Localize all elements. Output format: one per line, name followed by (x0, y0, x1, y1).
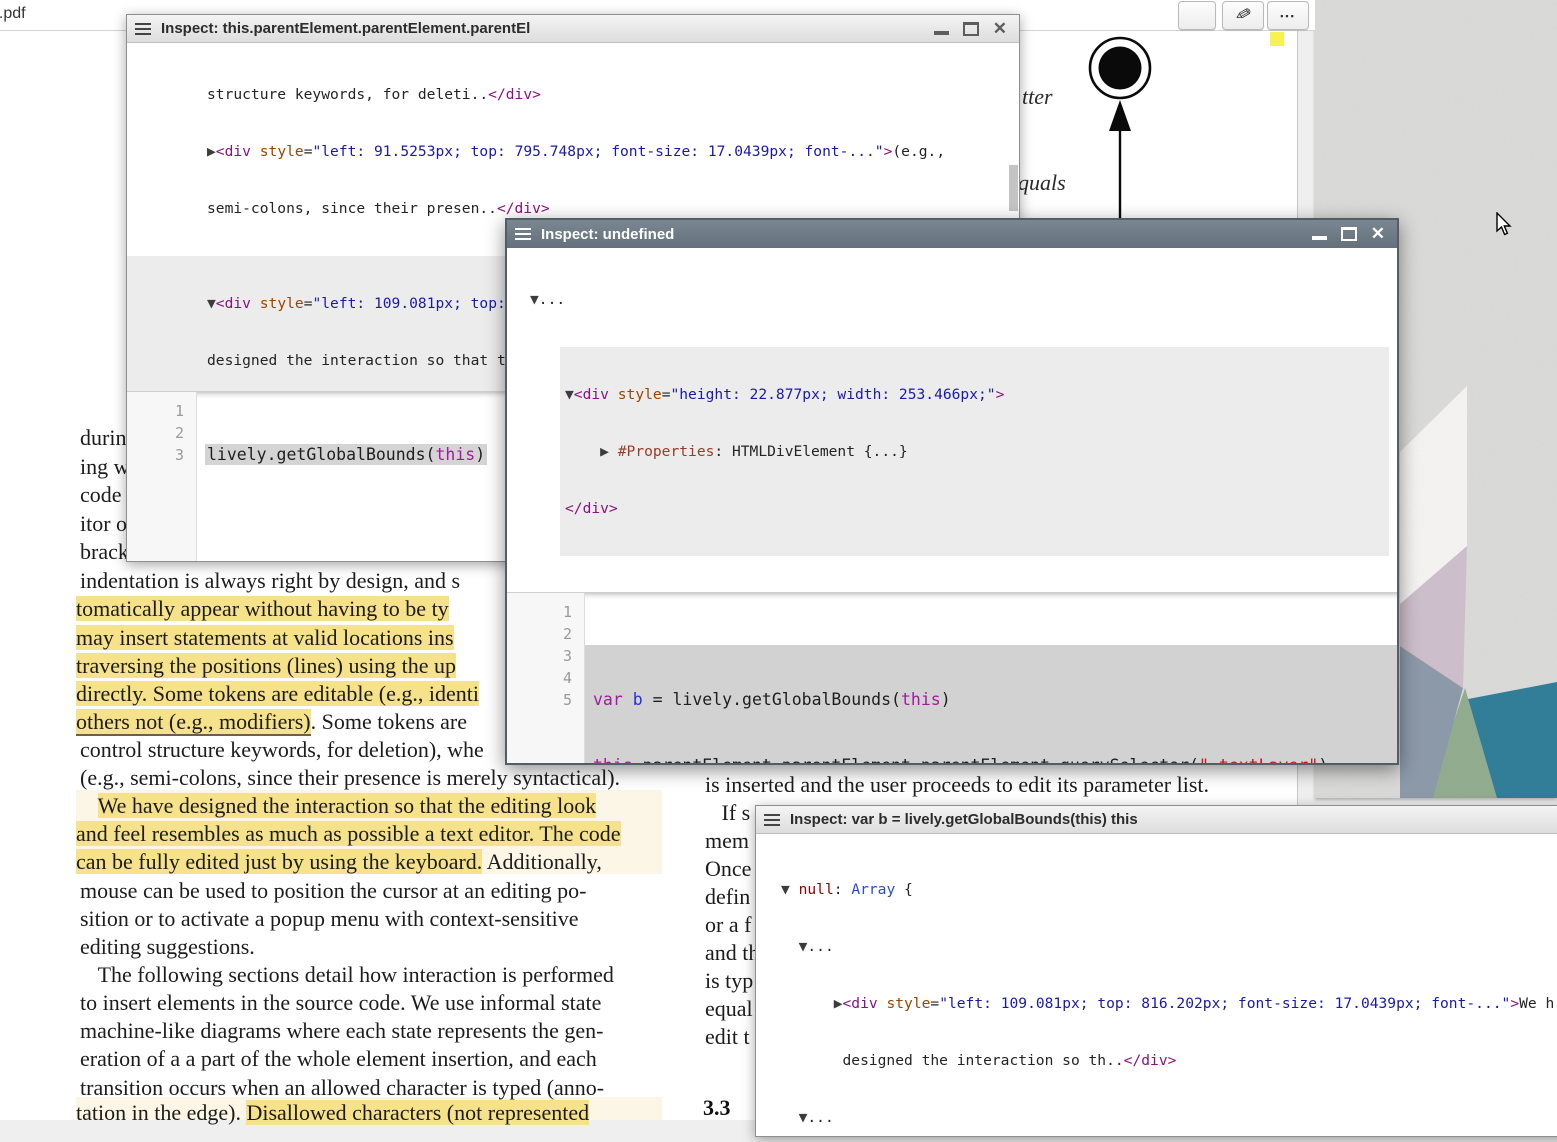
pdf-text-line: indentation is always right by design, a… (80, 568, 460, 594)
pdf-text-line: (e.g., semi-colons, since their presence… (80, 765, 620, 791)
pdf-text-line: durin (80, 425, 126, 451)
tree-node[interactable]: designed the interaction so th..</div> (756, 1051, 1557, 1070)
pdf-text-line: editing suggestions. (80, 934, 255, 960)
pdf-text-line: transition occurs when an allowed charac… (80, 1075, 604, 1101)
pdf-text-line: sition or to activate a popup menu with … (80, 906, 579, 932)
tree-node[interactable]: structure keywords, for deleti..</div> (127, 85, 1019, 104)
pdf-text-line: equal (705, 996, 753, 1022)
pdf-text-line: mouse can be used to position the cursor… (80, 878, 587, 904)
yellow-highlight-marker[interactable] (1270, 32, 1284, 46)
code-input[interactable]: var b = lively.getGlobalBounds(this) thi… (585, 593, 1397, 763)
pdf-text-line: to insert elements in the source code. W… (80, 990, 601, 1016)
window-titlebar[interactable]: Inspect: var b = lively.getGlobalBounds(… (756, 806, 1557, 834)
maximize-icon[interactable] (963, 22, 979, 36)
minimize-icon[interactable] (1312, 236, 1327, 240)
scrollbar-thumb[interactable] (1009, 165, 1018, 211)
pdf-text-line: others not (e.g., modifiers). Some token… (76, 709, 467, 735)
pdf-text-line: defin (705, 884, 750, 910)
pdf-text-line: traversing the positions (lines) using t… (76, 653, 456, 679)
line-number-gutter: 123 45 (507, 593, 585, 763)
pdf-text-line: mem (705, 828, 749, 854)
window-title: Inspect: var b = lively.getGlobalBounds(… (790, 811, 1557, 828)
pdf-text-line: edit t (705, 1024, 750, 1050)
ellipsis-icon: ▪▪▪ (1280, 11, 1296, 21)
tree-node[interactable]: ▼ null: Array { (756, 880, 1557, 899)
more-options-button[interactable]: ▪▪▪ (1267, 1, 1309, 30)
inspector-window-3: Inspect: var b = lively.getGlobalBounds(… (755, 805, 1557, 1137)
pdf-filename: 7.pdf (0, 5, 26, 23)
pdf-text-line: If s (705, 800, 750, 826)
screen: { "toolbar": { "filename": "7.pdf", "ico… (0, 0, 1557, 1120)
menu-icon[interactable] (515, 225, 531, 243)
pdf-text-line: itor o (80, 511, 127, 537)
tree-node[interactable]: ▶<div style="left: 91.5253px; top: 795.7… (127, 142, 1019, 161)
pdf-text-line: and th (705, 940, 759, 966)
state-diagram-final-node (1040, 36, 1210, 218)
menu-icon[interactable] (764, 811, 780, 829)
pdf-text-line: The following sections detail how intera… (76, 962, 614, 988)
tree-node[interactable]: ▼... (507, 290, 1397, 309)
window-title: Inspect: undefined (541, 226, 1312, 243)
pencil-icon: ✎ (1232, 2, 1253, 28)
tree-node[interactable]: ▼... (756, 937, 1557, 956)
window-title: Inspect: this.parentElement.parentElemen… (161, 20, 934, 37)
window-titlebar[interactable]: Inspect: this.parentElement.parentElemen… (127, 15, 1019, 43)
pdf-text-line: or a f (705, 912, 751, 938)
pdf-text-line: tation in the edge). Disallowed characte… (76, 1100, 589, 1126)
tree-selected-node[interactable]: ▼<div style="height: 22.877px; width: 25… (560, 347, 1389, 556)
pdf-text-line: can be fully edited just by using the ke… (76, 849, 602, 875)
dom-tree-view[interactable]: ▼... ▼<div style="height: 22.877px; widt… (507, 248, 1397, 592)
maximize-icon[interactable] (1341, 227, 1357, 241)
pdf-text-line: code (80, 482, 122, 508)
pdf-text-line: tomatically appear without having to be … (76, 596, 449, 622)
object-tree-view[interactable]: ▼ null: Array { ▼... ▶<div style="left: … (756, 834, 1557, 1142)
pdf-text-line: control structure keywords, for deletion… (80, 737, 484, 763)
tree-node[interactable]: ▶<div style="left: 109.081px; top: 816.2… (756, 994, 1557, 1013)
selected-code[interactable]: var b = lively.getGlobalBounds(this) thi… (585, 645, 1397, 763)
pdf-text-line: brack (80, 539, 129, 565)
mouse-cursor (1496, 212, 1516, 238)
close-icon[interactable]: ✕ (993, 21, 1007, 37)
pdf-text-line: machine-like diagrams where each state r… (80, 1018, 603, 1044)
pdf-text-line: and feel resembles as much as possible a… (76, 821, 621, 847)
section-number: 3.3 (703, 1095, 731, 1121)
close-icon[interactable]: ✕ (1371, 226, 1385, 242)
selected-code[interactable]: lively.getGlobalBounds(this) (205, 444, 487, 465)
pdf-text-line: is inserted and the user proceeds to edi… (705, 772, 1209, 798)
pdf-text-line: Once (705, 856, 751, 882)
edit-annotation-button[interactable]: ✎ (1222, 1, 1264, 30)
code-editor[interactable]: 123 45 var b = lively.getGlobalBounds(th… (507, 592, 1397, 763)
pdf-text-line: directly. Some tokens are editable (e.g.… (76, 681, 479, 707)
pdf-text-line: We have designed the interaction so that… (76, 793, 596, 819)
pdf-text-line: ing w (80, 454, 130, 480)
pdf-text-line: is typ (705, 968, 753, 994)
line-number-gutter: 123 (127, 392, 197, 561)
minimize-icon[interactable] (934, 31, 949, 35)
window-titlebar[interactable]: Inspect: undefined ✕ (507, 220, 1397, 248)
tree-node[interactable]: ▼... (756, 1108, 1557, 1127)
menu-icon[interactable] (135, 20, 151, 38)
pdf-text-line: eration of a a part of the whole element… (80, 1046, 597, 1072)
tree-node[interactable]: semi-colons, since their presen..</div> (127, 199, 1019, 218)
toolbar-button-partial[interactable] (1178, 1, 1216, 30)
inspector-window-2: Inspect: undefined ✕ ▼... ▼<div style="h… (505, 218, 1399, 765)
pdf-text-line: may insert statements at valid locations… (76, 625, 454, 651)
